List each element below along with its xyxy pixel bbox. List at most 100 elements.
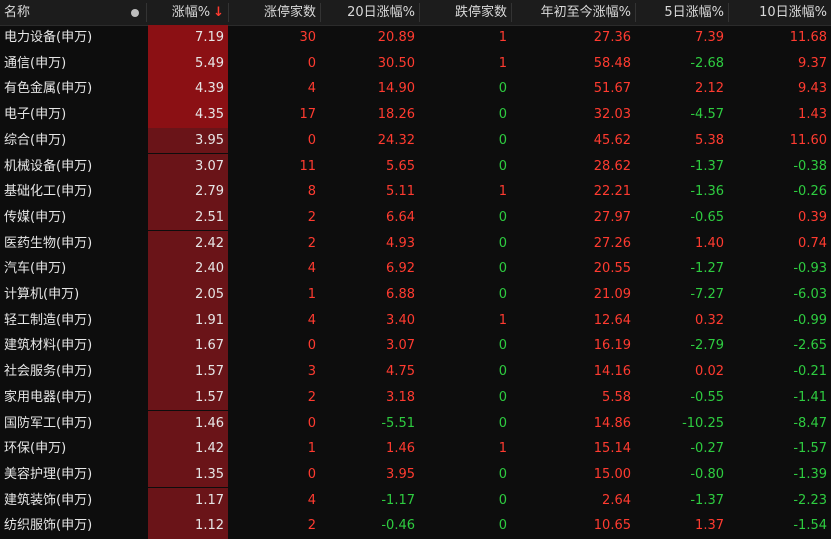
cell-chg: 2.51 (195, 209, 224, 225)
cell-20d: 3.18 (386, 389, 415, 405)
cell-10d: -2.65 (793, 338, 827, 354)
table-row[interactable]: 美容护理(申万) 1.35 0 3.95 0 15.00 -0.80 -1.39 (0, 461, 831, 488)
table-row[interactable]: 计算机(申万) 2.05 1 6.88 0 21.09 -7.27 -6.03 (0, 282, 831, 308)
cell-name: 国防军工(申万) (4, 415, 93, 431)
cell-chg: 1.67 (195, 338, 224, 354)
cell-name: 有色金属(申万) (4, 81, 93, 97)
column-header-10d[interactable]: 10日涨幅% (730, 0, 831, 25)
cell-limit-down: 0 (498, 492, 507, 508)
cell-20d: -0.46 (381, 518, 415, 534)
cell-limit-up: 1 (307, 287, 316, 302)
cell-limit-up: 4 (307, 261, 316, 277)
cell-20d: 4.75 (386, 364, 415, 380)
column-header-5d[interactable]: 5日涨幅% (637, 0, 728, 25)
table-row[interactable]: 电力设备(申万) 7.19 30 20.89 1 27.36 7.39 11.68 (0, 25, 831, 51)
table-row[interactable]: 家用电器(申万) 1.57 2 3.18 0 5.58 -0.55 -1.41 (0, 384, 831, 411)
cell-limit-up: 2 (307, 518, 316, 534)
cell-chg: 2.79 (195, 184, 224, 200)
table-row[interactable]: 有色金属(申万) 4.39 4 14.90 0 51.67 2.12 9.43 (0, 76, 831, 102)
table-row[interactable]: 通信(申万) 5.49 0 30.50 1 58.48 -2.68 9.37 (0, 50, 831, 77)
table-row[interactable]: 电子(申万) 4.35 17 18.26 0 32.03 -4.57 1.43 (0, 102, 831, 128)
cell-chg: 3.07 (195, 158, 224, 174)
table-row[interactable]: 综合(申万) 3.95 0 24.32 0 45.62 5.38 11.60 (0, 127, 831, 154)
table-row[interactable]: 轻工制造(申万) 1.91 4 3.40 1 12.64 0.32 -0.99 (0, 307, 831, 334)
table-row[interactable]: 医药生物(申万) 2.42 2 4.93 0 27.26 1.40 0.74 (0, 230, 831, 257)
cell-ytd: 15.14 (593, 441, 631, 457)
cell-limit-down: 0 (498, 81, 507, 97)
cell-5d: -1.37 (690, 158, 724, 174)
cell-ytd: 28.62 (593, 158, 631, 174)
column-header-ytd[interactable]: 年初至今涨幅% (513, 0, 635, 25)
column-divider (419, 3, 420, 22)
cell-20d: 3.40 (386, 312, 415, 328)
column-header-name[interactable]: 名称 (4, 0, 124, 25)
cell-5d: 1.40 (695, 235, 724, 251)
cell-10d: 1.43 (798, 107, 827, 123)
table-row[interactable]: 建筑材料(申万) 1.67 0 3.07 0 16.19 -2.79 -2.65 (0, 333, 831, 359)
column-header-limit-up[interactable]: 涨停家数 (230, 0, 320, 25)
cell-name: 传媒(申万) (4, 209, 67, 225)
cell-limit-down: 1 (498, 30, 507, 45)
cell-limit-down: 0 (498, 415, 507, 431)
column-header-limit-down[interactable]: 跌停家数 (421, 0, 511, 25)
cell-20d: 30.50 (377, 55, 415, 71)
cell-5d: 5.38 (695, 132, 724, 148)
cell-20d: 1.46 (386, 441, 415, 457)
cell-chg: 2.40 (195, 261, 224, 277)
table-row[interactable]: 社会服务(申万) 1.57 3 4.75 0 14.16 0.02 -0.21 (0, 359, 831, 385)
cell-10d: -1.39 (793, 466, 827, 482)
table-row[interactable]: 环保(申万) 1.42 1 1.46 1 15.14 -0.27 -1.57 (0, 436, 831, 462)
cell-20d: -1.17 (381, 492, 415, 508)
cell-chg: 4.35 (195, 107, 224, 123)
table-row[interactable]: 建筑装饰(申万) 1.17 4 -1.17 0 2.64 -1.37 -2.23 (0, 487, 831, 514)
cell-name: 美容护理(申万) (4, 466, 93, 482)
cell-ytd: 15.00 (593, 466, 631, 482)
cell-chg: 7.19 (195, 30, 224, 45)
cell-20d: 18.26 (377, 107, 415, 123)
cell-10d: -0.21 (793, 364, 827, 380)
cell-10d: -1.54 (793, 518, 827, 534)
cell-name: 通信(申万) (4, 55, 67, 71)
table-row[interactable]: 基础化工(申万) 2.79 8 5.11 1 22.21 -1.36 -0.26 (0, 179, 831, 205)
cell-limit-down: 0 (498, 235, 507, 251)
column-header-chg[interactable]: 涨幅% ↓ (148, 0, 228, 25)
cell-10d: -6.03 (793, 287, 827, 302)
cell-limit-up: 30 (299, 30, 316, 45)
cell-ytd: 10.65 (593, 518, 631, 534)
cell-5d: -1.36 (690, 184, 724, 200)
cell-limit-down: 0 (498, 466, 507, 482)
cell-5d: -0.55 (690, 389, 724, 405)
table-row[interactable]: 汽车(申万) 2.40 4 6.92 0 20.55 -1.27 -0.93 (0, 256, 831, 282)
table-row[interactable]: 纺织服饰(申万) 1.12 2 -0.46 0 10.65 1.37 -1.54 (0, 513, 831, 539)
table-row[interactable]: 机械设备(申万) 3.07 11 5.65 0 28.62 -1.37 -0.38 (0, 153, 831, 180)
cell-chg: 2.42 (195, 235, 224, 251)
cell-limit-down: 0 (498, 132, 507, 148)
cell-limit-up: 3 (307, 364, 316, 380)
cell-limit-down: 1 (498, 441, 507, 457)
cell-10d: -1.41 (793, 389, 827, 405)
cell-10d: 9.43 (798, 81, 827, 97)
cell-name: 建筑装饰(申万) (4, 492, 93, 508)
cell-10d: 11.60 (789, 132, 827, 148)
column-divider (511, 3, 512, 22)
cell-limit-down: 0 (498, 261, 507, 277)
table-row[interactable]: 传媒(申万) 2.51 2 6.64 0 27.97 -0.65 0.39 (0, 204, 831, 231)
cell-chg: 1.57 (195, 389, 224, 405)
dot-icon (131, 8, 139, 17)
cell-5d: 0.02 (695, 364, 724, 380)
cell-ytd: 16.19 (593, 338, 631, 354)
cell-5d: -10.25 (682, 415, 724, 431)
cell-5d: -4.57 (690, 107, 724, 123)
cell-name: 医药生物(申万) (4, 235, 93, 251)
column-divider (146, 3, 147, 22)
table-row[interactable]: 国防军工(申万) 1.46 0 -5.51 0 14.86 -10.25 -8.47 (0, 410, 831, 437)
column-divider (635, 3, 636, 22)
column-header-20d[interactable]: 20日涨幅% (322, 0, 419, 25)
cell-limit-up: 0 (307, 132, 316, 148)
cell-10d: -1.57 (793, 441, 827, 457)
cell-name: 汽车(申万) (4, 261, 67, 277)
cell-10d: -8.47 (793, 415, 827, 431)
cell-chg: 1.17 (195, 492, 224, 508)
column-header-dot-icon[interactable] (126, 0, 144, 25)
cell-chg: 5.49 (195, 55, 224, 71)
